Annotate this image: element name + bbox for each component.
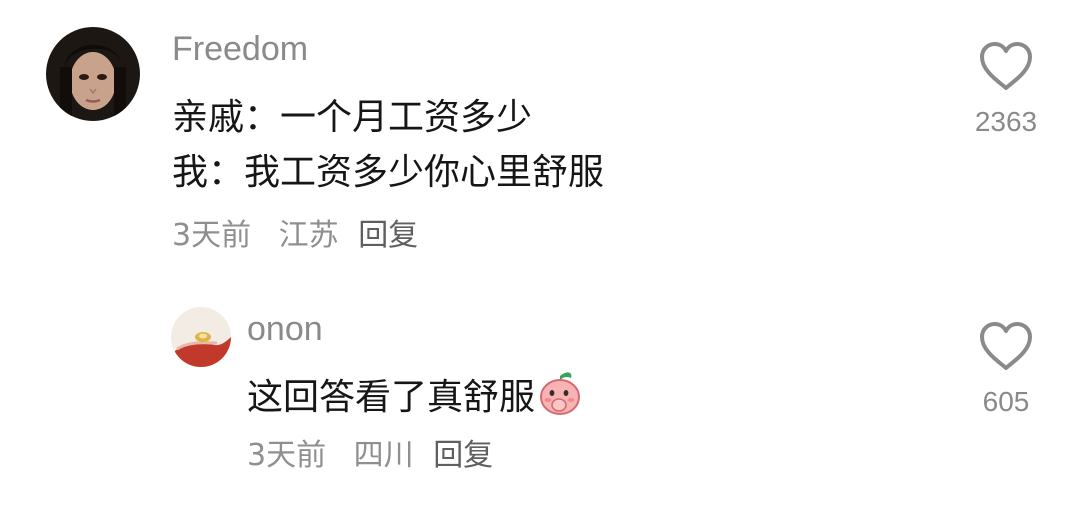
comment-time: 3天前	[247, 438, 327, 473]
heart-outline-icon	[980, 322, 1032, 370]
comment-time: 3天前	[172, 218, 252, 253]
reply-button[interactable]: 回复	[433, 436, 493, 476]
comment-username[interactable]: Freedom	[172, 28, 308, 70]
comment-meta: 3天前 四川 回复	[247, 436, 493, 476]
comment-text-line: 亲戚：一个月工资多少	[172, 97, 533, 138]
comment-username[interactable]: onon	[247, 308, 323, 350]
peach-emoji-icon	[537, 368, 583, 430]
comment-text: 这回答看了真舒服	[247, 368, 583, 430]
avatar-hand-ring-icon	[171, 307, 231, 367]
avatar-portrait-icon	[46, 27, 140, 121]
comment-location: 四川	[353, 438, 414, 473]
like-count: 2363	[974, 106, 1038, 137]
comment-text-content: 这回答看了真舒服	[247, 377, 536, 418]
reply-button[interactable]: 回复	[358, 216, 418, 256]
user-avatar[interactable]	[46, 27, 140, 121]
comment-meta: 3天前 江苏 回复	[172, 216, 418, 256]
reply-comment-item: onon 这回答看了真舒服 3天前 四川 回复 605	[0, 280, 1080, 515]
user-avatar[interactable]	[171, 307, 231, 367]
comment-item: Freedom 亲戚：一个月工资多少 我：我工资多少你心里舒服 3天前 江苏 回…	[0, 0, 1080, 280]
heart-outline-icon	[980, 42, 1032, 90]
like-button[interactable]: 2363	[966, 40, 1046, 138]
like-button[interactable]: 605	[966, 320, 1046, 418]
like-count: 605	[982, 386, 1030, 417]
comment-text-line: 我：我工资多少你心里舒服	[172, 152, 605, 193]
comment-location: 江苏	[278, 218, 339, 253]
